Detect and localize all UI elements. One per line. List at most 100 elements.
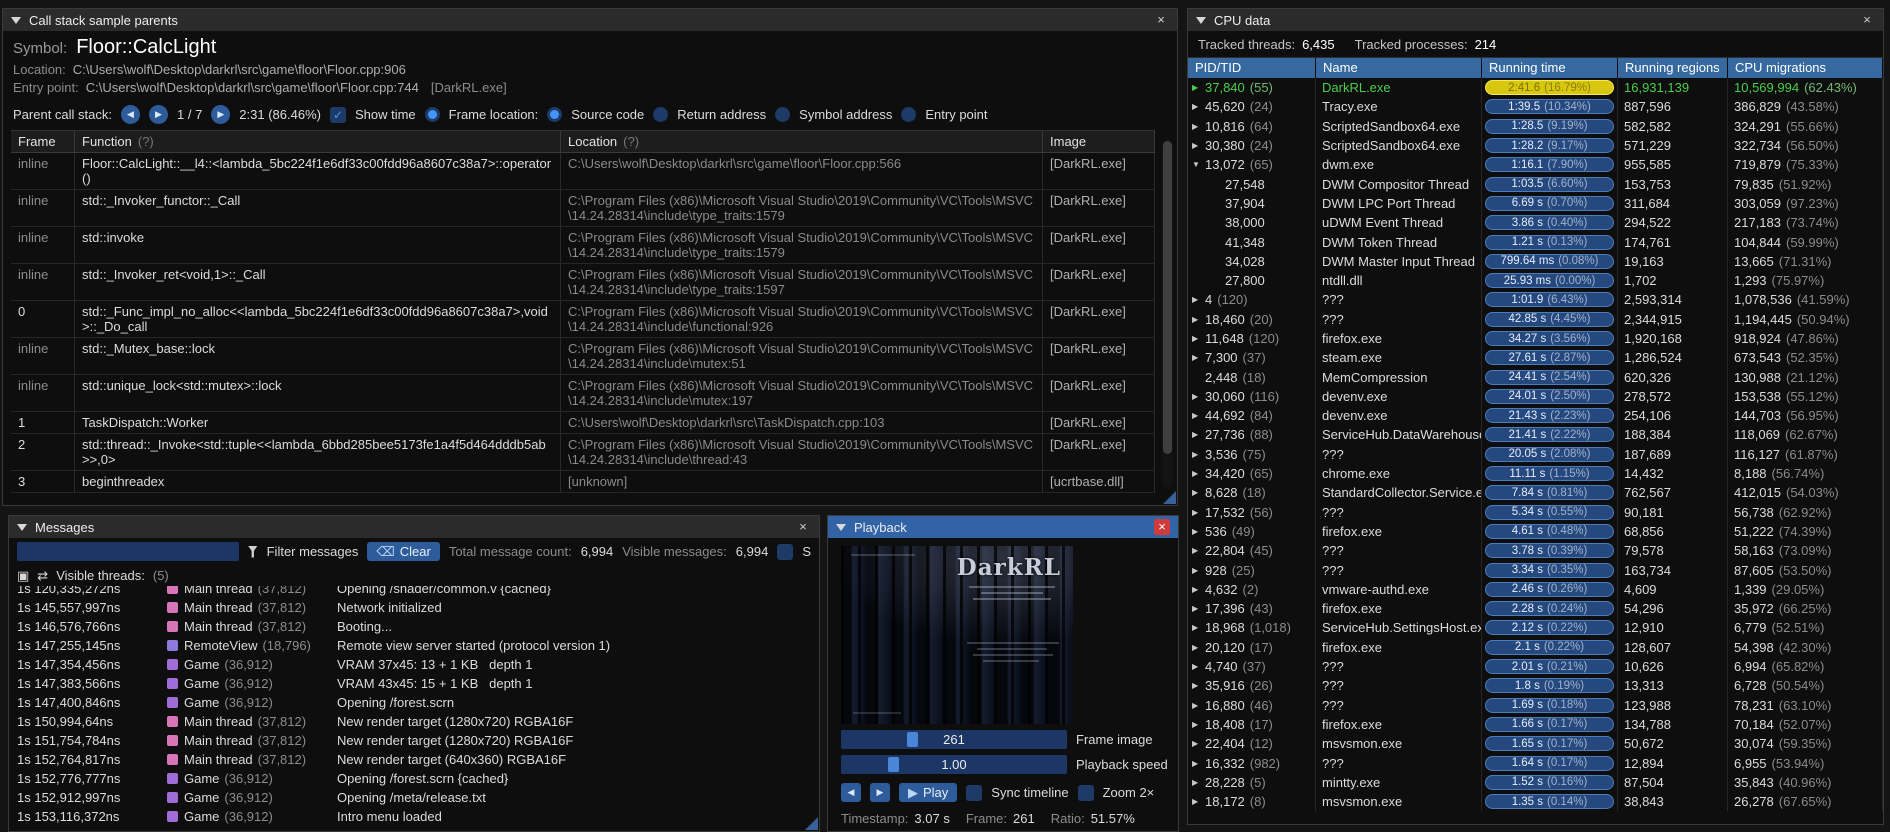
- cpu-row[interactable]: ▶ 35,916 (26)??? 1.8 s (0.19%) 13,313 6,728 (50…: [1188, 676, 1883, 696]
- expand-arrow-icon[interactable]: ▶: [1192, 566, 1205, 575]
- cpu-row[interactable]: ▶ 45,620 (24) Tracy.exe 1:39.5 (10.34%) 887,59…: [1188, 97, 1883, 117]
- expand-arrow-icon[interactable]: ▶: [1192, 739, 1205, 748]
- cpu-row[interactable]: 2,448 (18) MemCompression 24.41 s (2.54%) 620…: [1188, 367, 1883, 387]
- show-time-checkbox[interactable]: ✓: [329, 106, 346, 123]
- message-row[interactable]: 1s 147,255,145ns RemoteView (18,796) Remote…: [17, 636, 811, 655]
- column-name[interactable]: Name: [1316, 58, 1482, 78]
- cpu-row[interactable]: ▶ 17,396 (43) firefox.exe 2.28 s (0.24%) 54,29…: [1188, 599, 1883, 619]
- expand-arrow-icon[interactable]: ▶: [1192, 604, 1205, 613]
- step-forward-button[interactable]: ▶: [870, 783, 890, 802]
- play-button[interactable]: ▶ Play: [899, 783, 958, 802]
- step-back-button[interactable]: ◀: [841, 783, 861, 802]
- expand-arrow-icon[interactable]: ▶: [1192, 122, 1205, 131]
- cpu-titlebar[interactable]: CPU data ×: [1188, 9, 1883, 31]
- callstack-row[interactable]: 0 std::_Func_impl_no_alloc<<lambda_5bc224…: [11, 301, 1155, 338]
- callstack-row[interactable]: 1 TaskDispatch::Worker C:\Users\wolf\Deskt…: [11, 412, 1155, 434]
- cpu-row[interactable]: ▶ 27,736 (88) ServiceHub.DataWarehouse 21.41…: [1188, 425, 1883, 445]
- expand-arrow-icon[interactable]: ▶: [1192, 662, 1205, 671]
- callstack-row[interactable]: 3 beginthreadex [unknown] [ucrtbase.dll]: [11, 471, 1155, 493]
- callstack-row[interactable]: inline std::invoke C:\Program Files (x86)\…: [11, 227, 1155, 264]
- expand-arrow-icon[interactable]: ▶: [1192, 315, 1205, 324]
- message-row[interactable]: 1s 152,776,777ns Game (36,912) Opening /for…: [17, 769, 811, 788]
- callstack-row[interactable]: 2 std::thread::_Invoke<std::tuple<<lambda…: [11, 434, 1155, 471]
- expand-arrow-icon[interactable]: ▶: [1192, 469, 1205, 478]
- expand-arrow-icon[interactable]: ▶: [1192, 488, 1205, 497]
- cpu-row[interactable]: ▶ 10,816 (64) ScriptedSandbox64.exe 1:28.5 (9…: [1188, 116, 1883, 136]
- expand-arrow-icon[interactable]: ▶: [1192, 353, 1205, 362]
- cpu-row[interactable]: ▶ 4 (120)??? 1:01.9 (6.43%) 2,593,314 1,078,53…: [1188, 290, 1883, 310]
- cpu-row[interactable]: 27,548 DWM Compositor Thread 1:03.5 (6.60%)…: [1188, 174, 1883, 194]
- message-row[interactable]: 1s 150,994,64ns Main thread (37,812) New re…: [17, 712, 811, 731]
- play-callstack-button[interactable]: ▶: [211, 105, 231, 124]
- vertical-scrollbar[interactable]: [1162, 139, 1173, 487]
- column-running-time[interactable]: Running time: [1482, 58, 1618, 78]
- cpu-row[interactable]: ▶ 4,632 (2) vmware-authd.exe 2.46 s (0.26%) 4,…: [1188, 579, 1883, 600]
- messages-titlebar[interactable]: Messages ×: [9, 516, 819, 538]
- message-row[interactable]: 1s 145,557,997ns Main thread (37,812) Netwo…: [17, 598, 811, 617]
- cpu-row[interactable]: ▶ 18,460 (20)??? 42.85 s (4.45%) 2,344,915 1,1…: [1188, 309, 1883, 329]
- expand-arrow-icon[interactable]: ▶: [1192, 701, 1205, 710]
- cpu-row[interactable]: ▶ 536 (49) firefox.exe 4.61 s (0.48%) 68,856 51…: [1188, 521, 1883, 542]
- column-location[interactable]: Location (?): [561, 131, 1043, 152]
- column-cpu-migrations[interactable]: CPU migrations: [1728, 58, 1883, 78]
- cpu-row[interactable]: ▶ 8,628 (18) StandardCollector.Service.ex 7.…: [1188, 483, 1883, 503]
- close-icon[interactable]: ×: [795, 519, 811, 535]
- callstack-row[interactable]: inline std::unique_lock<std::mutex>::lock…: [11, 375, 1155, 412]
- expand-arrow-icon[interactable]: ▶: [1192, 295, 1205, 304]
- cpu-row[interactable]: ▶ 17,532 (56)??? 5.34 s (0.55%) 90,181 56,738(…: [1188, 502, 1883, 522]
- expand-arrow-icon[interactable]: ▶: [1192, 797, 1205, 806]
- cpu-row[interactable]: ▶ 34,420 (65) chrome.exe 11.11 s (1.15%) 14,43…: [1188, 463, 1883, 484]
- resize-grip[interactable]: [805, 817, 818, 830]
- sync-timeline-checkbox[interactable]: [966, 784, 983, 801]
- message-row[interactable]: 1s 152,764,817ns Main thread (37,812) New r…: [17, 750, 811, 769]
- expand-arrow-icon[interactable]: ▶: [1192, 450, 1205, 459]
- callstack-row[interactable]: inline Floor::CalcLight::__l4::<lambda_5b…: [11, 153, 1155, 190]
- callstack-titlebar[interactable]: Call stack sample parents ×: [3, 9, 1177, 31]
- message-row[interactable]: 1s 153,116,372ns Game (36,912) Intro menu l…: [17, 807, 811, 826]
- cpu-row[interactable]: 27,800 ntdll.dll 25.93 ms (0.00%) 1,702 1,293…: [1188, 270, 1883, 291]
- collapse-arrow-icon[interactable]: ▼: [1192, 160, 1205, 169]
- collapse-icon[interactable]: [1196, 16, 1206, 24]
- zoom-checkbox[interactable]: [1077, 784, 1094, 801]
- expand-arrow-icon[interactable]: ▶: [1192, 83, 1205, 92]
- callstack-row[interactable]: inline std::_Invoker_ret<void,1>::_Call C:…: [11, 264, 1155, 301]
- expand-arrow-icon[interactable]: ▶: [1192, 508, 1205, 517]
- message-row[interactable]: 1s 152,912,997ns Game (36,912) Opening /met…: [17, 788, 811, 807]
- next-callstack-button[interactable]: ▶: [149, 105, 168, 124]
- expand-arrow-icon[interactable]: ▶: [1192, 585, 1205, 594]
- prev-callstack-button[interactable]: ◀: [121, 105, 140, 124]
- radio-return-address[interactable]: [653, 107, 669, 122]
- cpu-row[interactable]: ▶ 16,880 (46)??? 1.69 s (0.18%) 123,988 78,231…: [1188, 695, 1883, 715]
- column-pid-tid[interactable]: PID/TID: [1188, 58, 1316, 78]
- radio-symbol-address[interactable]: [775, 107, 791, 122]
- expand-arrow-icon[interactable]: ▶: [1192, 430, 1205, 439]
- expand-arrow-icon[interactable]: ▶: [1192, 623, 1205, 632]
- expand-arrow-icon[interactable]: ▶: [1192, 392, 1205, 401]
- expand-arrow-icon[interactable]: ▶: [1192, 102, 1205, 111]
- playback-titlebar[interactable]: Playback ×: [828, 516, 1178, 538]
- cpu-row[interactable]: ▼ 13,072 (65) dwm.exe 1:16.1 (7.90%) 955,585 71…: [1188, 155, 1883, 175]
- collapse-icon[interactable]: [17, 523, 27, 531]
- frame-slider[interactable]: 261: [841, 730, 1067, 749]
- shuffle-icon[interactable]: ⇄: [37, 568, 48, 584]
- cpu-row[interactable]: ▶ 16,332 (982)??? 1.64 s (0.17%) 12,894 6,955(…: [1188, 753, 1883, 773]
- cpu-row[interactable]: ▶ 30,060 (116) devenv.exe 24.01 s (2.50%) 278,…: [1188, 386, 1883, 407]
- message-row[interactable]: 1s 147,383,566ns Game (36,912) VRAM 43x45: …: [17, 674, 811, 693]
- cpu-row[interactable]: ▶ 30,380 (24) ScriptedSandbox64.exe 1:28.2 (9…: [1188, 135, 1883, 156]
- resize-grip[interactable]: [1163, 491, 1176, 504]
- radio-entry-point[interactable]: [901, 107, 917, 122]
- cpu-row[interactable]: ▶ 3,536 (75)??? 20.05 s (2.08%) 187,689 116,12…: [1188, 444, 1883, 464]
- message-row[interactable]: 1s 147,400,846ns Game (36,912) Opening /for…: [17, 693, 811, 712]
- cpu-row[interactable]: ▶ 18,408 (17) firefox.exe 1.66 s (0.17%) 134,7…: [1188, 714, 1883, 735]
- expand-arrow-icon[interactable]: ▶: [1192, 759, 1205, 768]
- message-row[interactable]: 1s 151,754,784ns Main thread (37,812) New r…: [17, 731, 811, 750]
- select-threads-icon[interactable]: ▣: [17, 568, 29, 584]
- message-row[interactable]: 1s 146,576,766ns Main thread (37,812) Booti…: [17, 617, 811, 636]
- cpu-row[interactable]: ▶ 18,172 (8) msvsmon.exe 1.35 s (0.14%) 38,843…: [1188, 791, 1883, 812]
- cpu-row[interactable]: 37,904 DWM LPC Port Thread 6.69 s (0.70%) 31…: [1188, 193, 1883, 214]
- cpu-row[interactable]: ▶ 44,692 (84) devenv.exe 21.43 s (2.23%) 254,1…: [1188, 406, 1883, 426]
- callstack-row[interactable]: inline std::_Invoker_functor::_Call C:\Pro…: [11, 190, 1155, 227]
- cpu-row[interactable]: ▶ 22,404 (12) msvsmon.exe 1.65 s (0.17%) 50,67…: [1188, 734, 1883, 754]
- cpu-row[interactable]: ▶ 7,300 (37) steam.exe 27.61 s (2.87%) 1,286,5…: [1188, 348, 1883, 368]
- column-function[interactable]: Function (?): [75, 131, 561, 152]
